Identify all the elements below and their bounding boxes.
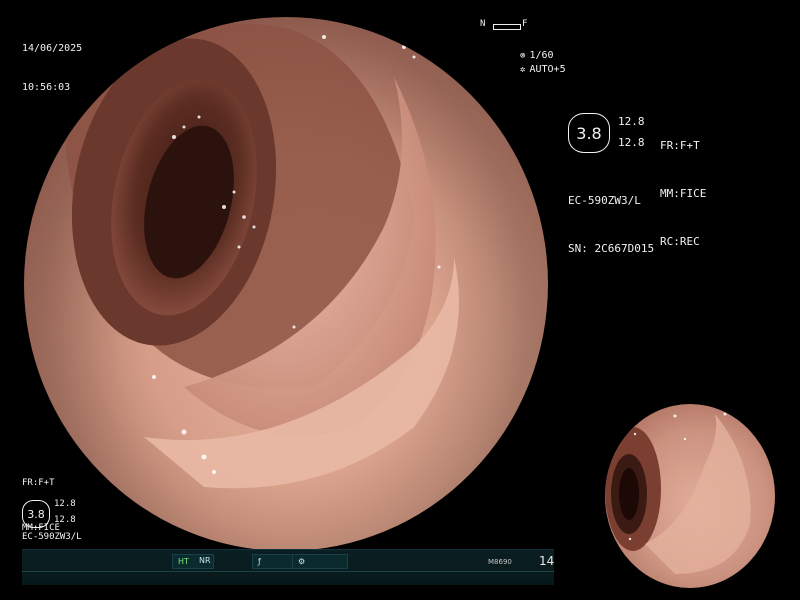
status-model-code: M8690 xyxy=(488,558,512,566)
value-bottom-left: 12.8 xyxy=(54,515,76,525)
model-text: EC-590ZW3/L xyxy=(568,194,641,207)
gear-indicator[interactable]: ⚙ xyxy=(292,554,348,569)
near-label: N xyxy=(480,19,486,29)
mode-settings-right: FR:F+T MM:FICE RC:REC xyxy=(660,106,706,266)
date-time-readout: 14/06/2025 10:56:03 xyxy=(22,16,82,107)
colon-lumen-graphic xyxy=(64,23,486,489)
magnification-badge: 3.8 xyxy=(568,113,610,153)
fr-text: FR:F+T xyxy=(660,139,700,152)
fr-text-left: FR:F+T xyxy=(22,478,55,488)
near-far-track xyxy=(493,24,521,30)
gear-icon: ⚙ xyxy=(298,557,306,566)
status-divider xyxy=(22,571,554,572)
endoscope-main-view xyxy=(24,17,548,551)
scope-info-right: EC-590ZW3/L SN: 2C667D015 xyxy=(568,161,654,273)
magnification-badge-small: 3.8 xyxy=(22,500,50,528)
status-bar: HT NR ⋟ SE ƒ ⚙ xyxy=(22,549,554,585)
sun-auto-icon: ✲ xyxy=(520,65,526,75)
time-text: 10:56:03 xyxy=(22,82,71,93)
nr-indicator[interactable]: NR xyxy=(194,554,226,567)
value-top-left: 12.8 xyxy=(54,499,76,509)
colon-inset-graphic xyxy=(605,412,751,574)
nr-label: NR xyxy=(199,556,211,565)
date-text: 14/06/2025 xyxy=(22,43,83,54)
model-text-left: EC-590ZW3/L xyxy=(22,532,82,542)
rc-text: RC:REC xyxy=(660,235,700,248)
status-page-number: 14 xyxy=(539,554,555,568)
near-far-indicator: N F xyxy=(480,19,540,31)
pencil-icon: ƒ xyxy=(258,557,261,566)
serial-text: SN: 2C667D015 xyxy=(568,242,655,255)
value-top-right: 12.8 xyxy=(618,115,645,128)
value-bottom-right: 12.8 xyxy=(618,136,645,149)
endoscope-inset-view xyxy=(605,404,775,588)
mm-text: MM:FICE xyxy=(660,187,707,200)
ht-label: HT xyxy=(178,557,189,566)
far-label: F xyxy=(522,19,528,29)
auto-text: AUTO+5 xyxy=(529,64,566,75)
auto-exposure-readout: ✲ AUTO+5 xyxy=(508,50,566,77)
